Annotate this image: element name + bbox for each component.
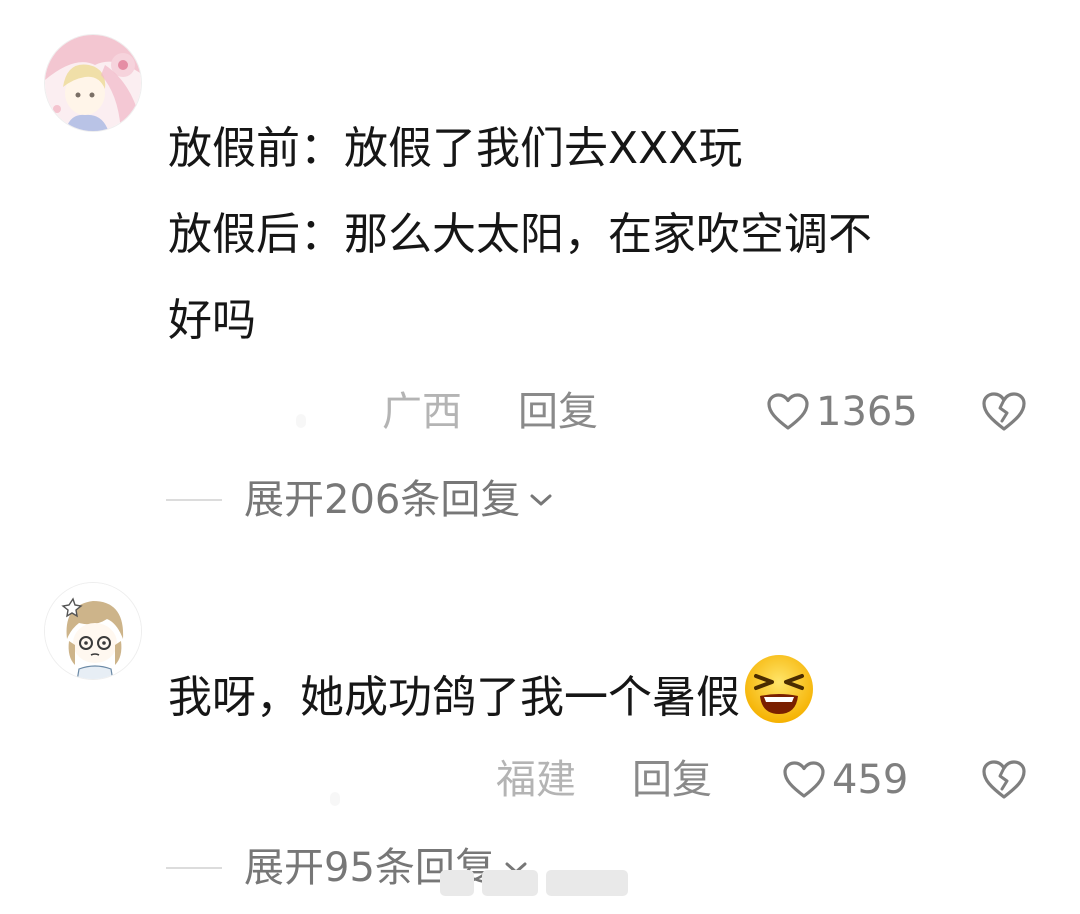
heart-outline-icon — [767, 393, 809, 430]
like-button[interactable]: 1365 — [766, 384, 918, 440]
anime-girl-avatar-icon — [45, 35, 141, 131]
location-label: 广西 — [382, 389, 462, 435]
like-button[interactable]: 459 — [782, 752, 908, 808]
watermark-block — [546, 870, 628, 896]
comment-line: 我呀，她成功鸽了我一个暑假 — [168, 672, 740, 723]
expand-replies-label: 展开206条回复 — [244, 477, 521, 523]
comment-line: 放假后：那么大太阳，在家吹空调不 — [168, 209, 872, 260]
like-count: 1365 — [816, 389, 918, 435]
watermark-block — [482, 870, 538, 896]
username-placeholder — [330, 792, 340, 806]
broken-heart-icon — [982, 392, 1026, 431]
like-count: 459 — [832, 757, 909, 803]
comment-text: 放假前：放假了我们去XXX玩 放假后：那么大太阳，在家吹空调不 好吗 — [168, 106, 1008, 364]
expand-replies-row: 展开206条回复 — [0, 472, 1080, 528]
avatar[interactable] — [44, 582, 142, 680]
watermark — [440, 866, 636, 900]
location-label: 福建 — [496, 757, 576, 803]
comment-text: 我呀，她成功鸽了我一个暑假 — [168, 652, 1008, 741]
expand-replies-button[interactable]: 展开206条回复 — [244, 472, 554, 528]
comment-line: 好吗 — [168, 295, 256, 346]
anime-chibi-avatar-icon — [45, 583, 141, 679]
comment-meta: 广西 回复 1365 — [0, 384, 1080, 440]
divider — [166, 499, 222, 501]
avatar[interactable] — [44, 34, 142, 132]
comment-line: 放假前：放假了我们去XXX玩 — [168, 123, 743, 174]
reply-button[interactable]: 回复 — [518, 384, 598, 440]
divider — [166, 867, 222, 869]
dislike-button[interactable] — [980, 388, 1028, 436]
heart-outline-icon — [783, 761, 825, 798]
username-placeholder — [296, 414, 306, 428]
comment-meta: 福建 回复 459 — [0, 752, 1080, 808]
angry-grin-emoji-icon — [745, 655, 813, 723]
watermark-block — [440, 870, 474, 896]
chevron-down-icon — [530, 494, 552, 506]
reply-button[interactable]: 回复 — [632, 752, 712, 808]
broken-heart-icon — [982, 760, 1026, 799]
dislike-button[interactable] — [980, 756, 1028, 804]
